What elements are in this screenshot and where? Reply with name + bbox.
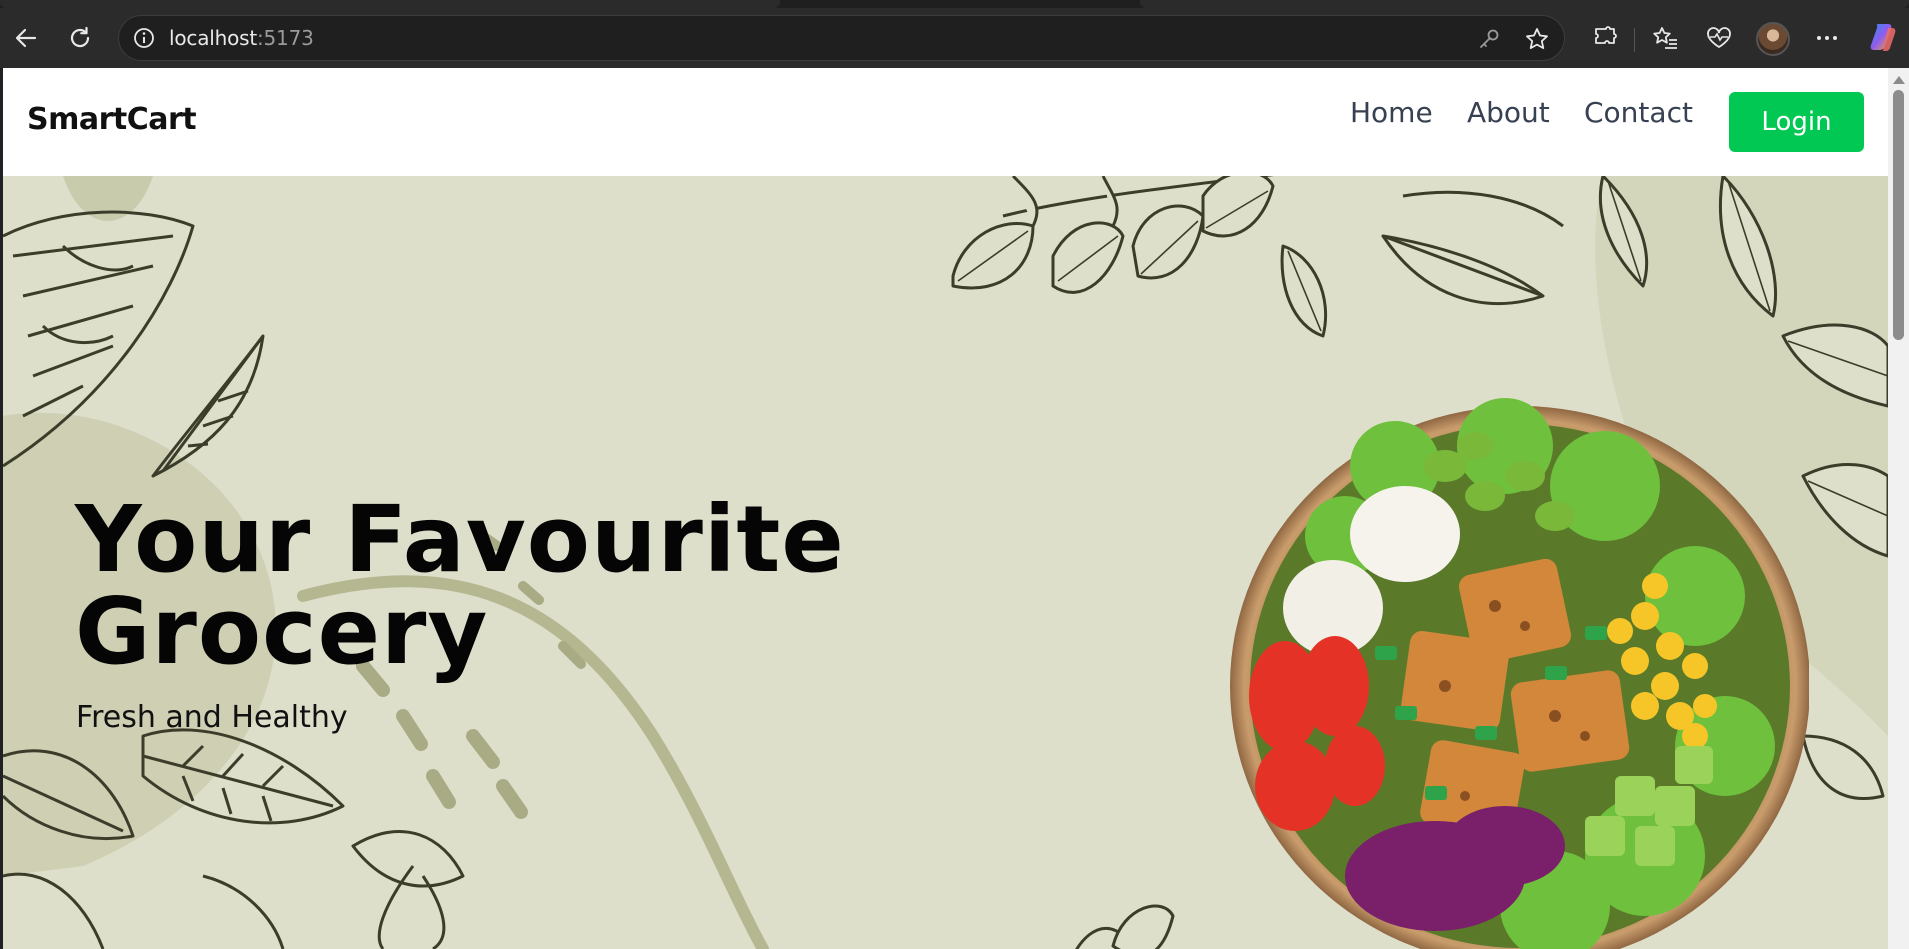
toolbar-separator [1634, 28, 1635, 52]
hero-section: Your Favourite Grocery Fresh and Healthy [3, 176, 1888, 949]
favorites-list-icon[interactable] [1648, 21, 1682, 55]
key-icon[interactable] [1477, 27, 1501, 56]
site-header: SmartCart Home About Contact Login [3, 68, 1888, 176]
page-viewport: SmartCart Home About Contact Login Your … [3, 68, 1888, 949]
reload-button[interactable] [62, 20, 98, 56]
nav-link-contact[interactable]: Contact [1584, 96, 1693, 129]
nav-link-about[interactable]: About [1467, 96, 1550, 129]
tab[interactable] [1140, 0, 1909, 8]
star-icon[interactable] [1524, 26, 1550, 57]
scroll-up-arrow-icon[interactable] [1893, 76, 1905, 84]
brand-logo[interactable]: SmartCart [27, 102, 197, 137]
heartbeat-icon[interactable] [1702, 21, 1736, 55]
hero-subtitle: Fresh and Healthy [76, 700, 348, 735]
copilot-icon[interactable] [1866, 20, 1900, 54]
back-arrow-icon [15, 28, 37, 48]
address-bar[interactable]: localhost:5173 [118, 15, 1565, 61]
hero-title: Your Favourite Grocery [75, 494, 845, 678]
more-icon[interactable] [1810, 21, 1844, 55]
browser-toolbar: localhost:5173 [0, 8, 1909, 68]
hero-title-line1: Your Favourite [75, 486, 845, 593]
tab-strip [0, 0, 1909, 8]
reload-icon [70, 26, 90, 48]
url-host: localhost [169, 26, 257, 50]
hero-title-line2: Grocery [75, 578, 489, 685]
page-scrollbar[interactable] [1888, 68, 1909, 949]
info-icon[interactable] [133, 27, 155, 54]
back-button[interactable] [8, 20, 44, 56]
url-text[interactable]: localhost:5173 [169, 16, 314, 60]
login-button[interactable]: Login [1729, 92, 1864, 152]
url-port: :5173 [256, 26, 314, 50]
puzzle-icon[interactable] [1588, 21, 1622, 55]
nav-link-home[interactable]: Home [1350, 96, 1433, 129]
avatar[interactable] [1756, 22, 1790, 56]
tab[interactable] [0, 0, 780, 8]
scrollbar-thumb[interactable] [1893, 90, 1904, 340]
salad-bowl-image [1230, 398, 1809, 949]
